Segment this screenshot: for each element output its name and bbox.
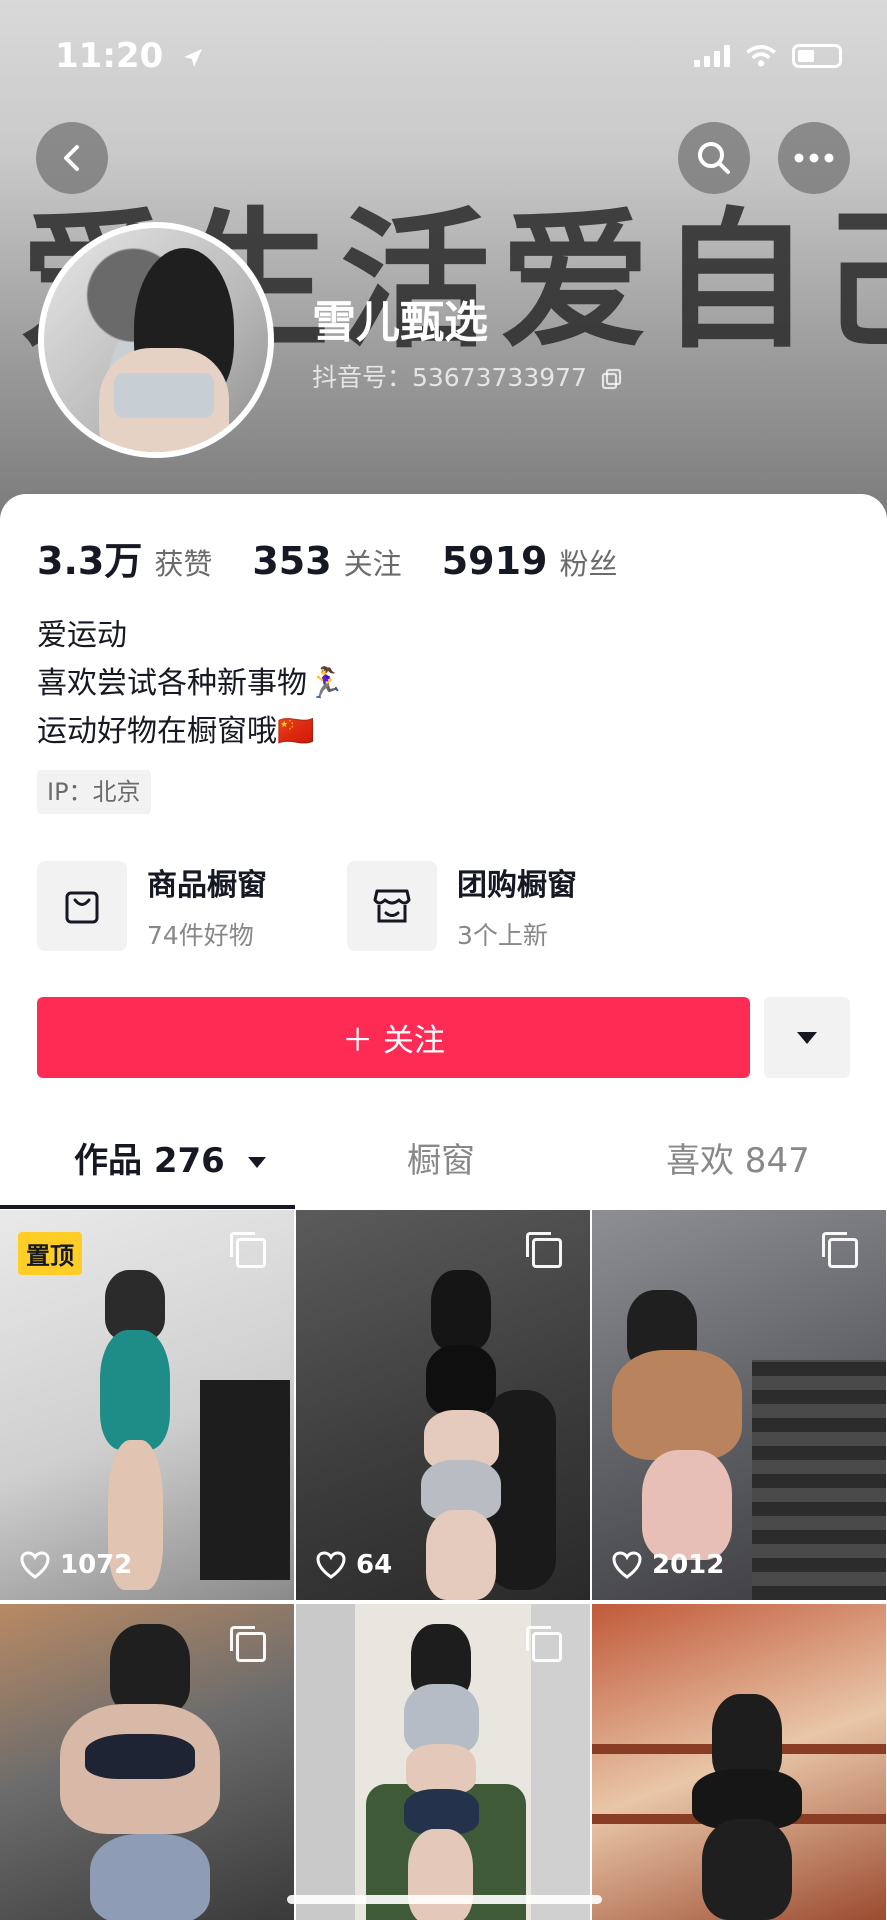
location-arrow-icon bbox=[184, 48, 203, 67]
like-count: 64 bbox=[316, 1550, 392, 1580]
heart-icon bbox=[316, 1551, 346, 1579]
home-indicator bbox=[287, 1895, 602, 1904]
product-showcase-title: 商品橱窗 bbox=[147, 868, 267, 903]
following-count[interactable]: 353 bbox=[252, 539, 331, 583]
multi-image-icon bbox=[230, 1232, 266, 1268]
storefront-icon bbox=[373, 889, 411, 923]
douyin-id: 抖音号：53673733977 bbox=[312, 358, 623, 394]
copy-icon[interactable] bbox=[601, 368, 623, 390]
multi-image-icon bbox=[230, 1626, 266, 1662]
shopping-bag-icon bbox=[65, 891, 99, 924]
product-showcase-entry[interactable]: 商品橱窗 74件好物 bbox=[37, 860, 267, 952]
follow-button[interactable]: ＋ 关注 bbox=[37, 997, 750, 1078]
video-thumbnail[interactable]: 64 bbox=[296, 1210, 590, 1600]
likes-label: 获赞 bbox=[154, 547, 213, 581]
profile-tabs: 作品 276 橱窗 喜欢 847 bbox=[0, 1125, 887, 1210]
multi-image-icon bbox=[526, 1232, 562, 1268]
followers-label: 粉丝 bbox=[559, 547, 618, 581]
product-showcase-subtitle: 74件好物 bbox=[147, 921, 254, 950]
more-options-button[interactable] bbox=[778, 122, 850, 194]
bio: 爱运动 喜欢尝试各种新事物🏃‍♀️ 运动好物在橱窗哦🇨🇳 bbox=[37, 612, 344, 756]
video-grid: 置顶 1072 64 2012 bbox=[0, 1210, 887, 1920]
cellular-signal-icon bbox=[694, 45, 730, 67]
profile-stats: 3.3万 获赞 353 关注 5919 粉丝 bbox=[37, 530, 645, 585]
caret-down-icon bbox=[247, 1156, 266, 1168]
wifi-icon bbox=[746, 45, 776, 67]
more-dots-icon bbox=[794, 153, 834, 163]
video-thumbnail[interactable]: 2012 bbox=[592, 1210, 886, 1600]
heart-icon bbox=[612, 1551, 642, 1579]
like-count: 2012 bbox=[612, 1550, 724, 1580]
group-buy-showcase-title: 团购橱窗 bbox=[457, 868, 577, 903]
chevron-left-icon bbox=[64, 145, 79, 171]
search-button[interactable] bbox=[678, 122, 750, 194]
battery-icon bbox=[792, 44, 842, 68]
video-thumbnail[interactable] bbox=[0, 1604, 294, 1920]
tab-likes[interactable]: 喜欢 847 bbox=[666, 1125, 810, 1197]
search-icon bbox=[698, 142, 730, 174]
following-label: 关注 bbox=[343, 547, 402, 581]
bio-line: 运动好物在橱窗哦🇨🇳 bbox=[37, 714, 315, 749]
video-thumbnail[interactable] bbox=[592, 1604, 886, 1920]
tab-works[interactable]: 作品 276 bbox=[74, 1125, 267, 1197]
like-count: 1072 bbox=[20, 1550, 132, 1580]
username: 雪儿甄选 bbox=[312, 297, 488, 348]
video-thumbnail[interactable]: 置顶 1072 bbox=[0, 1210, 294, 1600]
video-thumbnail[interactable] bbox=[296, 1604, 590, 1920]
status-time: 11:20 bbox=[55, 36, 205, 76]
multi-image-icon bbox=[822, 1232, 858, 1268]
heart-icon bbox=[20, 1551, 50, 1579]
status-bar: 11:20 bbox=[0, 0, 887, 110]
tab-showcase[interactable]: 橱窗 bbox=[407, 1125, 475, 1197]
back-button[interactable] bbox=[36, 122, 108, 194]
recommend-dropdown-button[interactable] bbox=[764, 997, 850, 1078]
likes-count[interactable]: 3.3万 bbox=[37, 530, 142, 585]
bio-line: 爱运动 bbox=[37, 618, 127, 653]
multi-image-icon bbox=[526, 1626, 562, 1662]
triangle-down-icon bbox=[797, 1031, 817, 1044]
active-tab-indicator bbox=[0, 1205, 295, 1209]
bio-line: 喜欢尝试各种新事物🏃‍♀️ bbox=[37, 666, 345, 701]
ip-location-tag: IP：北京 bbox=[37, 770, 151, 814]
pinned-badge: 置顶 bbox=[18, 1232, 82, 1275]
followers-count[interactable]: 5919 bbox=[442, 539, 548, 583]
group-buy-showcase-subtitle: 3个上新 bbox=[457, 921, 548, 950]
avatar[interactable] bbox=[38, 222, 274, 458]
group-buy-showcase-entry[interactable]: 团购橱窗 3个上新 bbox=[347, 860, 577, 952]
